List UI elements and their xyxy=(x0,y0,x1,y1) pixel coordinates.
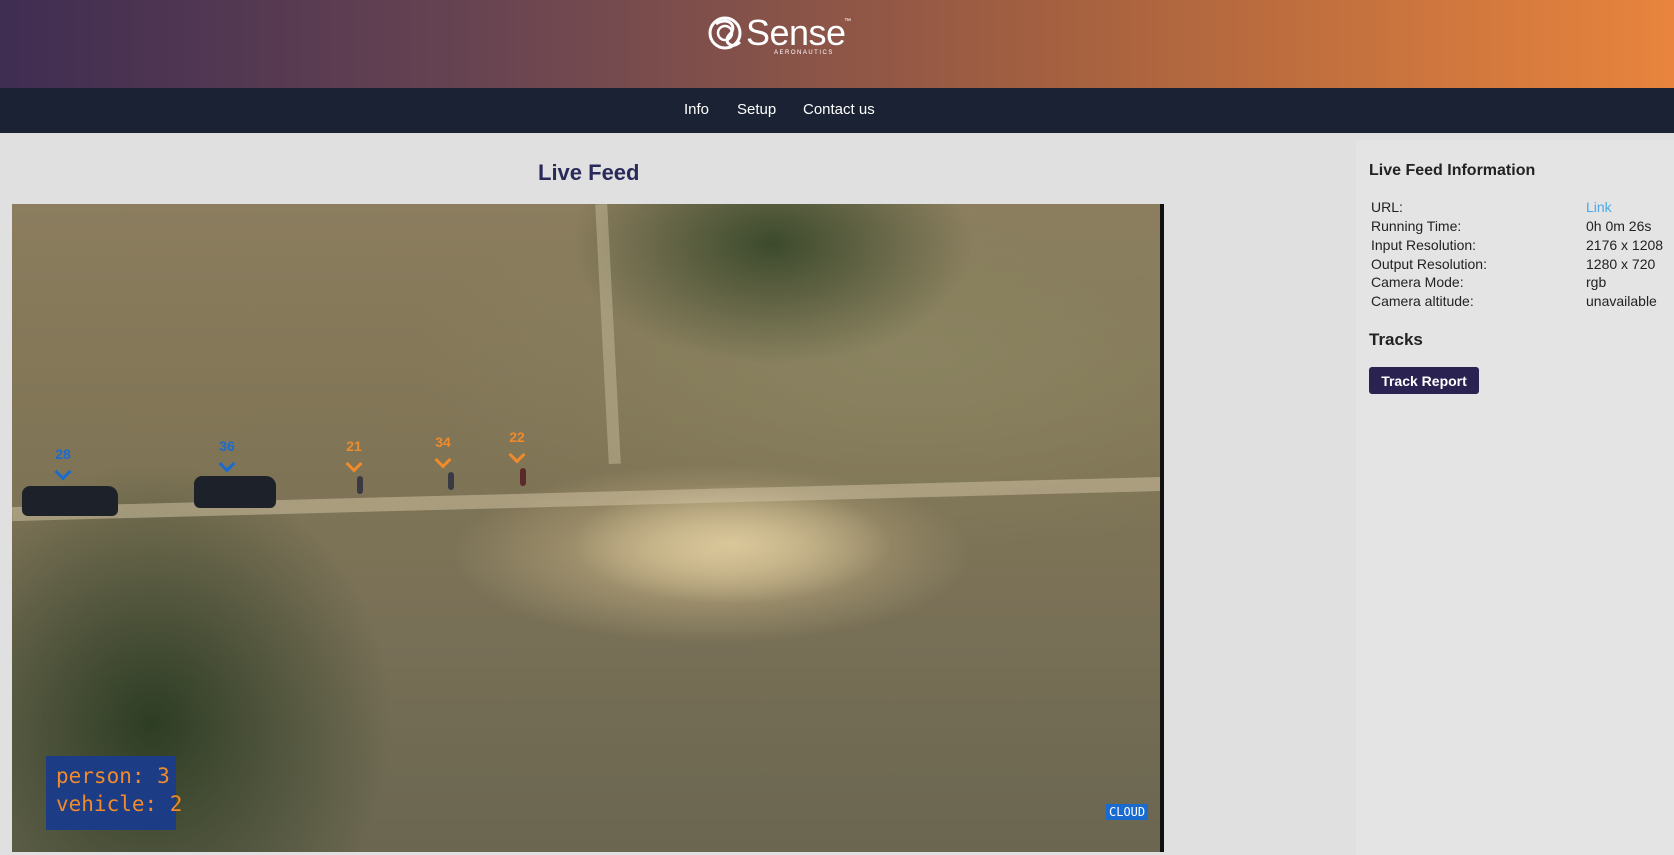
info-key: URL: xyxy=(1371,199,1403,215)
info-row-url: URL: Link xyxy=(1371,199,1671,218)
nav-item-setup[interactable]: Setup xyxy=(737,101,776,118)
info-row-camera-mode: Camera Mode: rgb xyxy=(1371,274,1671,293)
top-nav: Info Setup Contact us xyxy=(0,88,1674,133)
brand-logo[interactable]: Sense ™ AERONAUTICS xyxy=(706,8,856,58)
vehicle-count: vehicle: 2 xyxy=(56,792,183,816)
info-key: Camera Mode: xyxy=(1371,274,1464,290)
info-row-running-time: Running Time: 0h 0m 26s xyxy=(1371,218,1671,237)
track-report-button[interactable]: Track Report xyxy=(1369,367,1479,394)
info-key: Running Time: xyxy=(1371,218,1462,234)
person-21 xyxy=(357,476,363,494)
info-row-camera-altitude: Camera altitude: unavailable xyxy=(1371,293,1671,312)
track-marker-22-icon xyxy=(508,446,526,464)
vehicle-28 xyxy=(22,486,118,516)
brand-trademark: ™ xyxy=(844,18,851,25)
info-row-output-resolution: Output Resolution: 1280 x 720 xyxy=(1371,256,1671,275)
info-panel: Live Feed Information URL: Link Running … xyxy=(1356,140,1674,855)
info-key: Output Resolution: xyxy=(1371,256,1487,272)
feed-url-link[interactable]: Link xyxy=(1586,199,1612,215)
info-value: 2176 x 1208 xyxy=(1586,237,1664,253)
track-marker-21-icon xyxy=(345,455,363,473)
track-label-22: 22 xyxy=(509,429,525,445)
track-marker-36-icon xyxy=(218,455,236,473)
brand-subtitle: AERONAUTICS xyxy=(774,50,834,56)
dirt-road xyxy=(12,476,1160,522)
track-label-34: 34 xyxy=(435,434,451,450)
cloud-badge: CLOUD xyxy=(1106,804,1149,820)
brand-name: Sense xyxy=(746,12,846,53)
person-22 xyxy=(520,468,526,486)
page-title: Live Feed xyxy=(538,160,640,185)
info-value: unavailable xyxy=(1586,293,1657,309)
person-34 xyxy=(448,472,454,490)
tracks-heading: Tracks xyxy=(1369,330,1423,349)
track-marker-28-icon xyxy=(54,463,72,481)
header-banner: Sense ™ AERONAUTICS xyxy=(0,0,1674,88)
live-video-feed[interactable]: 28 36 21 34 22 person: 3 vehicle: 2 CLOU… xyxy=(12,204,1164,852)
dirt-path xyxy=(595,204,621,465)
track-marker-34-icon xyxy=(434,451,452,469)
nav-item-contact[interactable]: Contact us xyxy=(803,101,875,118)
info-key: Input Resolution: xyxy=(1371,237,1477,253)
track-label-21: 21 xyxy=(346,438,362,454)
info-value: 0h 0m 26s xyxy=(1586,218,1652,234)
info-value: 1280 x 720 xyxy=(1586,256,1656,272)
nav-item-info[interactable]: Info xyxy=(684,101,709,118)
track-label-28: 28 xyxy=(55,446,71,462)
vehicle-36 xyxy=(194,476,276,508)
info-value: rgb xyxy=(1586,274,1607,290)
track-label-36: 36 xyxy=(219,438,235,454)
info-row-input-resolution: Input Resolution: 2176 x 1208 xyxy=(1371,237,1671,256)
detection-count-box: person: 3 vehicle: 2 xyxy=(46,756,183,830)
sense-logo-icon xyxy=(708,16,742,50)
info-key: Camera altitude: xyxy=(1371,293,1474,309)
person-count: person: 3 xyxy=(56,764,170,788)
info-panel-title: Live Feed Information xyxy=(1369,162,1536,179)
